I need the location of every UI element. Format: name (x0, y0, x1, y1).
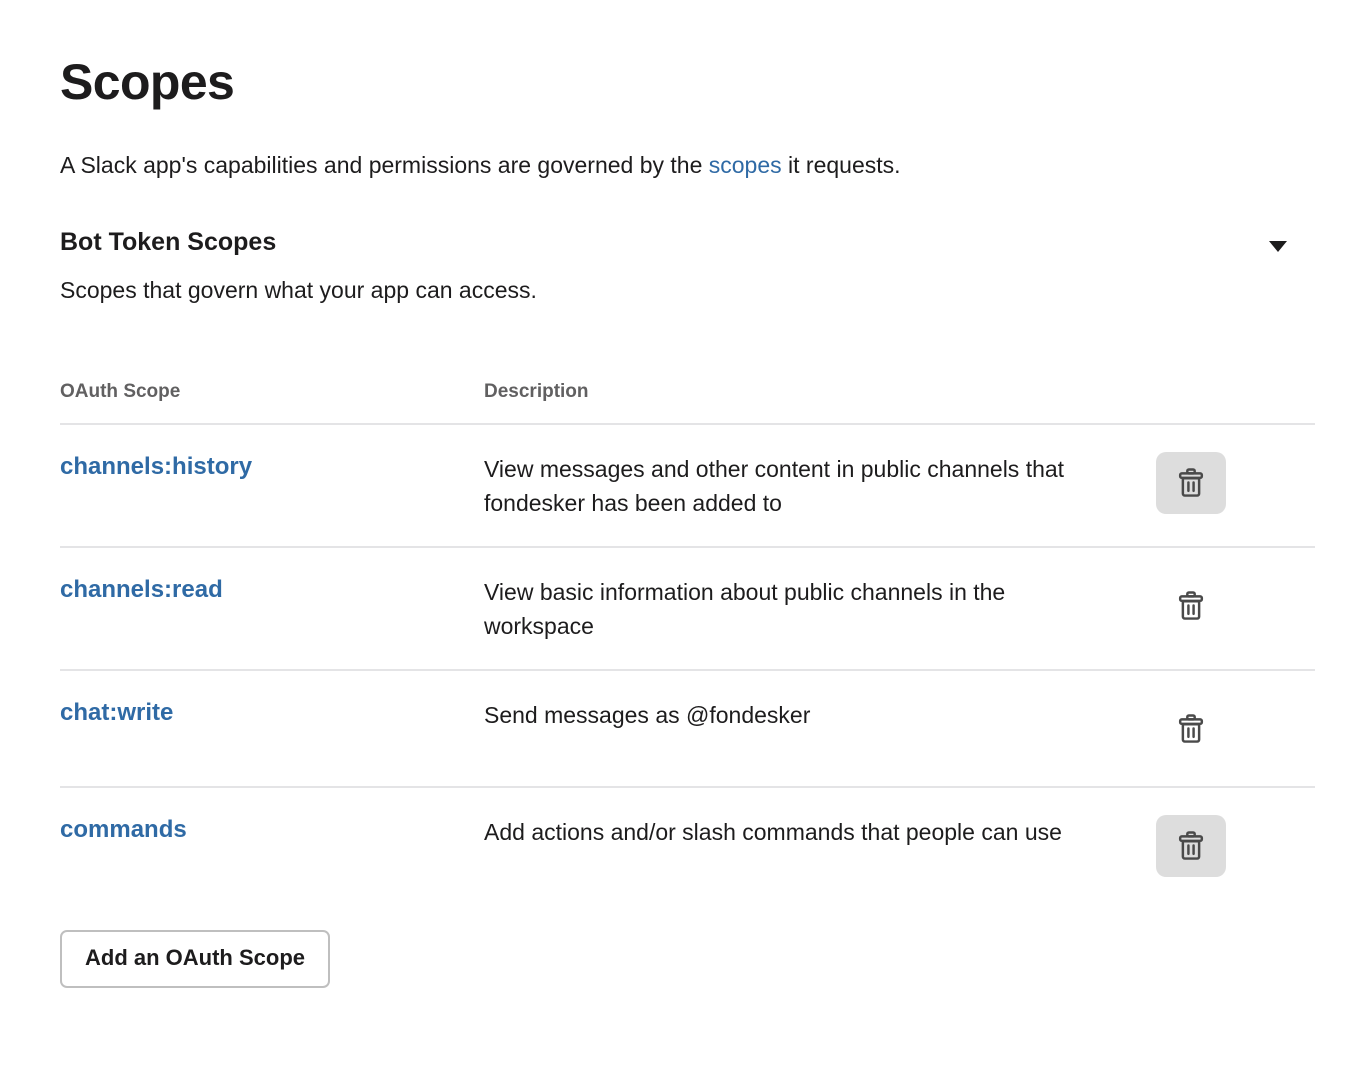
table-header-row: OAuth Scope Description (60, 381, 1315, 423)
section-subtitle: Scopes that govern what your app can acc… (60, 277, 537, 304)
row-actions (1124, 815, 1236, 878)
page-intro-text-before: A Slack app's capabilities and permissio… (60, 152, 709, 178)
scope-link[interactable]: chat:write (60, 698, 173, 728)
table-row: channels:read View basic information abo… (60, 546, 1315, 669)
column-header-oauth-scope: OAuth Scope (60, 381, 181, 403)
scopes-table: OAuth Scope Description channels:history… (60, 381, 1315, 989)
bot-token-scopes-header: Bot Token Scopes Scopes that govern what… (60, 227, 1316, 329)
scope-link[interactable]: channels:history (60, 452, 252, 482)
chevron-down-icon (1269, 241, 1287, 253)
row-actions (1124, 698, 1236, 760)
trash-icon (1178, 468, 1204, 497)
scope-cell: chat:write (60, 698, 484, 728)
page-intro-text-after: it requests. (781, 152, 901, 178)
table-row: commands Add actions and/or slash comman… (60, 786, 1315, 903)
table-row: chat:write Send messages as @fondesker (60, 669, 1315, 786)
row-actions (1124, 452, 1236, 515)
delete-scope-button[interactable] (1156, 452, 1226, 515)
scope-cell: channels:history (60, 452, 484, 482)
section-title: Bot Token Scopes (60, 228, 277, 257)
row-actions (1124, 575, 1236, 637)
page-intro: A Slack app's capabilities and permissio… (60, 149, 1316, 181)
scopes-doc-link[interactable]: scopes (709, 152, 782, 178)
section-head-text: Bot Token Scopes Scopes that govern what… (60, 227, 1269, 329)
delete-scope-button[interactable] (1156, 698, 1226, 760)
scopes-page: Scopes A Slack app's capabilities and pe… (0, 0, 1364, 989)
page-title: Scopes (60, 54, 235, 110)
table-footer: Add an OAuth Scope (60, 930, 1315, 989)
scope-description: View messages and other content in publi… (484, 456, 1065, 517)
scope-cell: channels:read (60, 575, 484, 605)
table-row: channels:history View messages and other… (60, 423, 1315, 546)
scope-link[interactable]: channels:read (60, 575, 223, 605)
column-header-description: Description (484, 381, 589, 403)
scope-description: View basic information about public chan… (484, 579, 1006, 640)
scope-description: Add actions and/or slash commands that p… (484, 819, 1062, 846)
delete-scope-button[interactable] (1156, 575, 1226, 637)
trash-icon (1178, 591, 1204, 621)
trash-icon (1178, 714, 1204, 744)
scope-description: Send messages as @fondesker (484, 702, 811, 729)
delete-scope-button[interactable] (1156, 815, 1226, 878)
scope-cell: commands (60, 815, 484, 845)
add-oauth-scope-button[interactable]: Add an OAuth Scope (60, 930, 330, 989)
scope-link[interactable]: commands (60, 815, 187, 845)
section-collapse-toggle[interactable] (1269, 241, 1287, 253)
trash-icon (1178, 831, 1204, 861)
